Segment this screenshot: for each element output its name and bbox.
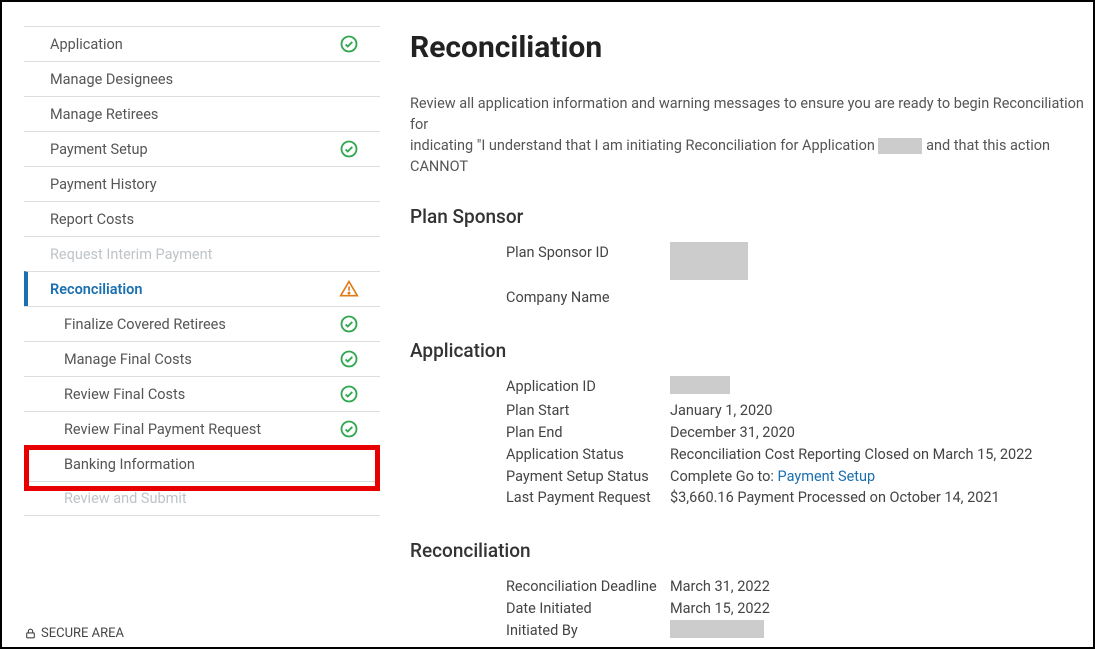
lock-icon — [24, 627, 37, 640]
sidebar-item-label: Manage Designees — [24, 71, 173, 88]
sidebar-item-label: Finalize Covered Retirees — [24, 316, 226, 333]
sidebar-item-report-costs[interactable]: Report Costs — [24, 201, 380, 236]
redacted-application-id — [670, 376, 730, 394]
sidebar-item-finalize-covered-retirees[interactable]: Finalize Covered Retirees — [24, 306, 380, 341]
date-initiated-value: March 15, 2022 — [670, 598, 1093, 620]
sidebar-item-label: Payment Setup — [24, 141, 148, 158]
sidebar-item-payment-setup[interactable]: Payment Setup — [24, 131, 380, 166]
last-payment-label: Last Payment Request — [410, 487, 670, 509]
check-circle-icon — [338, 418, 360, 440]
redacted-app-id — [878, 138, 922, 154]
application-heading: Application — [410, 339, 1093, 362]
check-circle-icon — [338, 313, 360, 335]
plan-end-value: December 31, 2020 — [670, 422, 1093, 444]
last-payment-value: $3,660.16 Payment Processed on October 1… — [670, 487, 1093, 509]
sidebar-item-label: Manage Retirees — [24, 106, 158, 123]
plan-end-label: Plan End — [410, 422, 670, 444]
sidebar-item-manage-retirees[interactable]: Manage Retirees — [24, 96, 380, 131]
check-circle-icon — [338, 138, 360, 160]
sidebar-item-label: Review Final Costs — [24, 386, 185, 403]
plan-sponsor-heading: Plan Sponsor — [410, 205, 1093, 228]
sidebar-item-application[interactable]: Application — [24, 26, 380, 61]
sidebar-item-label: Report Costs — [24, 211, 134, 228]
sidebar-item-label: Review Final Payment Request — [24, 421, 261, 438]
sidebar-item-manage-final-costs[interactable]: Manage Final Costs — [24, 341, 380, 376]
secure-area-footer: SECURE AREA — [24, 626, 124, 641]
initiated-by-label: Initiated By — [410, 620, 670, 645]
no-icon — [338, 488, 360, 510]
sidebar-item-manage-designees[interactable]: Manage Designees — [24, 61, 380, 96]
sidebar-item-label: Review and Submit — [24, 490, 187, 507]
plan-start-label: Plan Start — [410, 400, 670, 422]
sidebar-item-banking-information[interactable]: Banking Information — [24, 446, 380, 481]
payment-setup-status-prefix: Complete Go to: — [670, 468, 778, 485]
sidebar-item-review-and-submit: Review and Submit — [24, 481, 380, 516]
payment-setup-status-label: Payment Setup Status — [410, 466, 670, 488]
no-icon — [338, 103, 360, 125]
sidebar-item-request-interim-payment: Request Interim Payment — [24, 236, 380, 271]
no-icon — [338, 68, 360, 90]
plan-start-value: January 1, 2020 — [670, 400, 1093, 422]
check-circle-icon — [338, 348, 360, 370]
application-id-label: Application ID — [410, 376, 670, 401]
main-content: Reconciliation Review all application in… — [380, 2, 1093, 647]
check-circle-icon — [338, 383, 360, 405]
sidebar-item-label: Request Interim Payment — [24, 246, 212, 263]
sidebar-item-review-final-costs[interactable]: Review Final Costs — [24, 376, 380, 411]
sidebar-item-review-final-payment-request[interactable]: Review Final Payment Request — [24, 411, 380, 446]
no-icon — [338, 208, 360, 230]
sidebar-item-label: Payment History — [24, 176, 157, 193]
sidebar-item-label: Manage Final Costs — [24, 351, 192, 368]
company-name-label: Company Name — [410, 287, 670, 309]
check-circle-icon — [338, 33, 360, 55]
page-title: Reconciliation — [410, 30, 1093, 65]
recon-deadline-value: March 31, 2022 — [670, 576, 1093, 598]
payment-setup-link[interactable]: Payment Setup — [778, 468, 876, 485]
redacted-initiated-by — [670, 620, 764, 638]
recon-deadline-label: Reconciliation Deadline — [410, 576, 670, 598]
reconciliation-heading: Reconciliation — [410, 539, 1093, 562]
no-icon — [338, 173, 360, 195]
sidebar-item-label: Application — [24, 36, 123, 53]
redacted-plan-sponsor-id — [670, 242, 748, 280]
sidebar-item-label: Banking Information — [24, 456, 195, 473]
date-initiated-label: Date Initiated — [410, 598, 670, 620]
sidebar-nav: Application Manage Designees Manage Retire… — [2, 2, 380, 647]
plan-sponsor-id-label: Plan Sponsor ID — [410, 242, 670, 287]
warning-triangle-icon — [338, 278, 360, 300]
no-icon — [338, 243, 360, 265]
sidebar-item-label: Reconciliation — [28, 281, 142, 298]
sidebar-item-reconciliation[interactable]: Reconciliation — [24, 271, 380, 306]
no-icon — [338, 453, 360, 475]
sidebar-item-payment-history[interactable]: Payment History — [24, 166, 380, 201]
intro-text: Review all application information and w… — [410, 93, 1093, 177]
app-status-value: Reconciliation Cost Reporting Closed on … — [670, 444, 1093, 466]
app-status-label: Application Status — [410, 444, 670, 466]
